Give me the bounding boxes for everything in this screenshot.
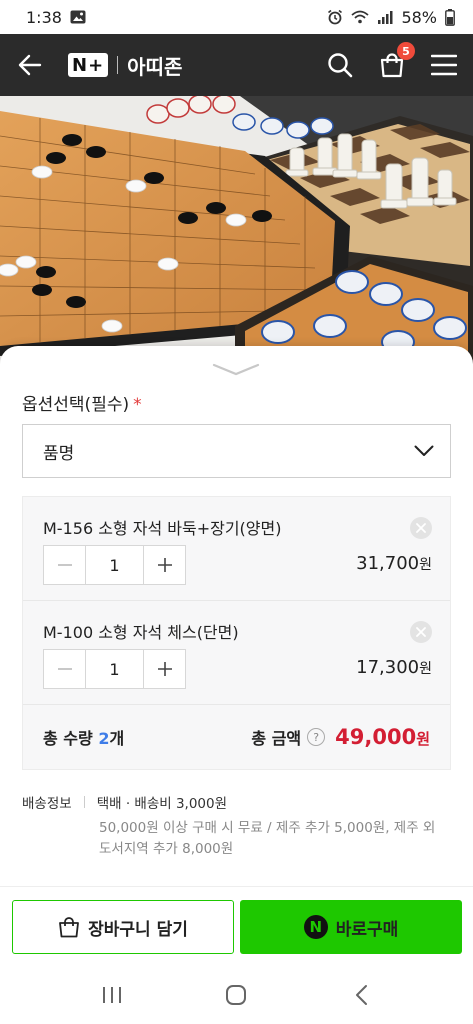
item-price-unit: 원 (419, 557, 432, 573)
shipping-divider (83, 796, 85, 808)
search-icon (328, 53, 353, 78)
selected-item: M-100 소형 자석 체스(단면) 1 17,300원 (23, 601, 450, 705)
signal-icon (377, 10, 393, 24)
menu-button[interactable] (429, 50, 459, 80)
store-name: 아띠존 (127, 54, 183, 79)
add-to-cart-label: 장바구니 담기 (88, 919, 188, 940)
cart-button[interactable]: 5 (377, 42, 415, 80)
recent-apps-button[interactable] (92, 975, 132, 1015)
option-title: 옵션선택(필수) * (22, 390, 142, 415)
item-price-value: 17,300 (356, 657, 420, 678)
status-time: 1:38 (26, 7, 62, 27)
purchase-action-bar: 장바구니 담기 N 바로구매 (0, 886, 473, 966)
item-name: M-156 소형 자석 바둑+장기(양면) (43, 519, 282, 538)
shipping-info: 배송정보 택배 · 배송비 3,000원 50,000원 이상 구매 시 무료 … (22, 792, 451, 860)
home-icon (226, 985, 247, 1005)
decrease-quantity-button[interactable] (44, 650, 85, 688)
total-amount: 총 금액 ? 49,000원 (251, 725, 430, 749)
total-summary: 총 수량 2개 총 금액 ? 49,000원 (23, 705, 450, 769)
total-quantity-label: 총 수량 (43, 729, 93, 748)
selected-item: M-156 소형 자석 바둑+장기(양면) 1 31,700원 (23, 497, 450, 601)
recent-apps-icon (103, 987, 122, 1003)
status-bar: 1:38 58% (0, 0, 473, 34)
option-title-text: 옵션선택(필수) (22, 395, 130, 415)
back-button[interactable] (14, 49, 46, 81)
item-price-value: 31,700 (356, 553, 420, 574)
option-sheet: 옵션선택(필수) * 품명 M-156 소형 자석 바둑+장기(양면) 1 31,… (0, 346, 473, 886)
close-icon (416, 523, 426, 533)
item-price: 31,700원 (356, 553, 432, 574)
total-amount-label: 총 금액 (251, 729, 302, 748)
battery-icon (445, 8, 455, 26)
total-amount-value: 49,000원 (335, 725, 430, 749)
quantity-stepper: 1 (43, 545, 186, 585)
minus-icon (57, 564, 72, 566)
hamburger-menu-icon (431, 54, 457, 76)
system-nav-bar (0, 966, 473, 1024)
plus-icon (157, 662, 172, 676)
item-name: M-100 소형 자석 체스(단면) (43, 623, 239, 642)
total-quantity: 총 수량 2개 (43, 725, 124, 749)
buy-now-button[interactable]: N 바로구매 (240, 900, 462, 954)
remove-item-button[interactable] (410, 621, 432, 643)
wifi-icon (351, 10, 370, 24)
store-logo[interactable]: N+ 아띠존 (68, 51, 182, 80)
shipping-detail: 50,000원 이상 구매 시 무료 / 제주 추가 5,000원, 제주 외 … (99, 820, 436, 857)
product-image (0, 96, 473, 366)
home-button[interactable] (216, 975, 256, 1015)
system-back-button[interactable] (341, 975, 381, 1015)
chevron-down-icon (212, 363, 260, 376)
shopping-bag-icon (59, 917, 80, 938)
shipping-summary: 택배 · 배송비 3,000원 (96, 796, 228, 812)
total-quantity-unit: 개 (109, 729, 125, 748)
alarm-icon (327, 9, 343, 25)
chevron-left-icon (355, 985, 367, 1005)
buy-now-label: 바로구매 (335, 919, 399, 940)
back-arrow-icon (18, 54, 42, 76)
gallery-notification-icon (70, 10, 86, 24)
close-icon (416, 627, 426, 637)
product-option-select[interactable]: 품명 (22, 424, 451, 478)
quantity-value[interactable]: 1 (85, 546, 144, 584)
cart-count-badge: 5 (397, 42, 415, 60)
decrease-quantity-button[interactable] (44, 546, 85, 584)
remove-item-button[interactable] (410, 517, 432, 539)
quantity-value[interactable]: 1 (85, 650, 144, 688)
minus-icon (57, 668, 72, 670)
sheet-collapse-handle[interactable] (212, 360, 260, 378)
help-icon[interactable]: ? (307, 728, 326, 746)
search-button[interactable] (325, 50, 355, 80)
battery-percent: 58% (401, 7, 437, 27)
item-price-unit: 원 (419, 661, 432, 677)
logo-divider (117, 56, 119, 74)
shipping-label: 배송정보 (22, 796, 72, 812)
total-amount-number: 49,000 (335, 725, 417, 749)
selected-items: M-156 소형 자석 바둑+장기(양면) 1 31,700원 M-100 소형… (22, 496, 451, 770)
required-mark: * (133, 395, 142, 415)
total-quantity-value: 2 (98, 729, 110, 748)
add-to-cart-button[interactable]: 장바구니 담기 (12, 900, 234, 954)
quantity-stepper: 1 (43, 649, 186, 689)
chevron-down-icon (414, 445, 434, 456)
app-header: N+ 아띠존 5 (0, 34, 473, 96)
item-price: 17,300원 (356, 657, 432, 678)
naver-plus-logo: N+ (68, 53, 109, 77)
increase-quantity-button[interactable] (144, 546, 185, 584)
increase-quantity-button[interactable] (144, 650, 185, 688)
select-value: 품명 (43, 443, 75, 464)
plus-icon (157, 558, 172, 572)
total-amount-unit: 원 (416, 730, 430, 748)
naver-pay-icon: N (303, 915, 328, 939)
